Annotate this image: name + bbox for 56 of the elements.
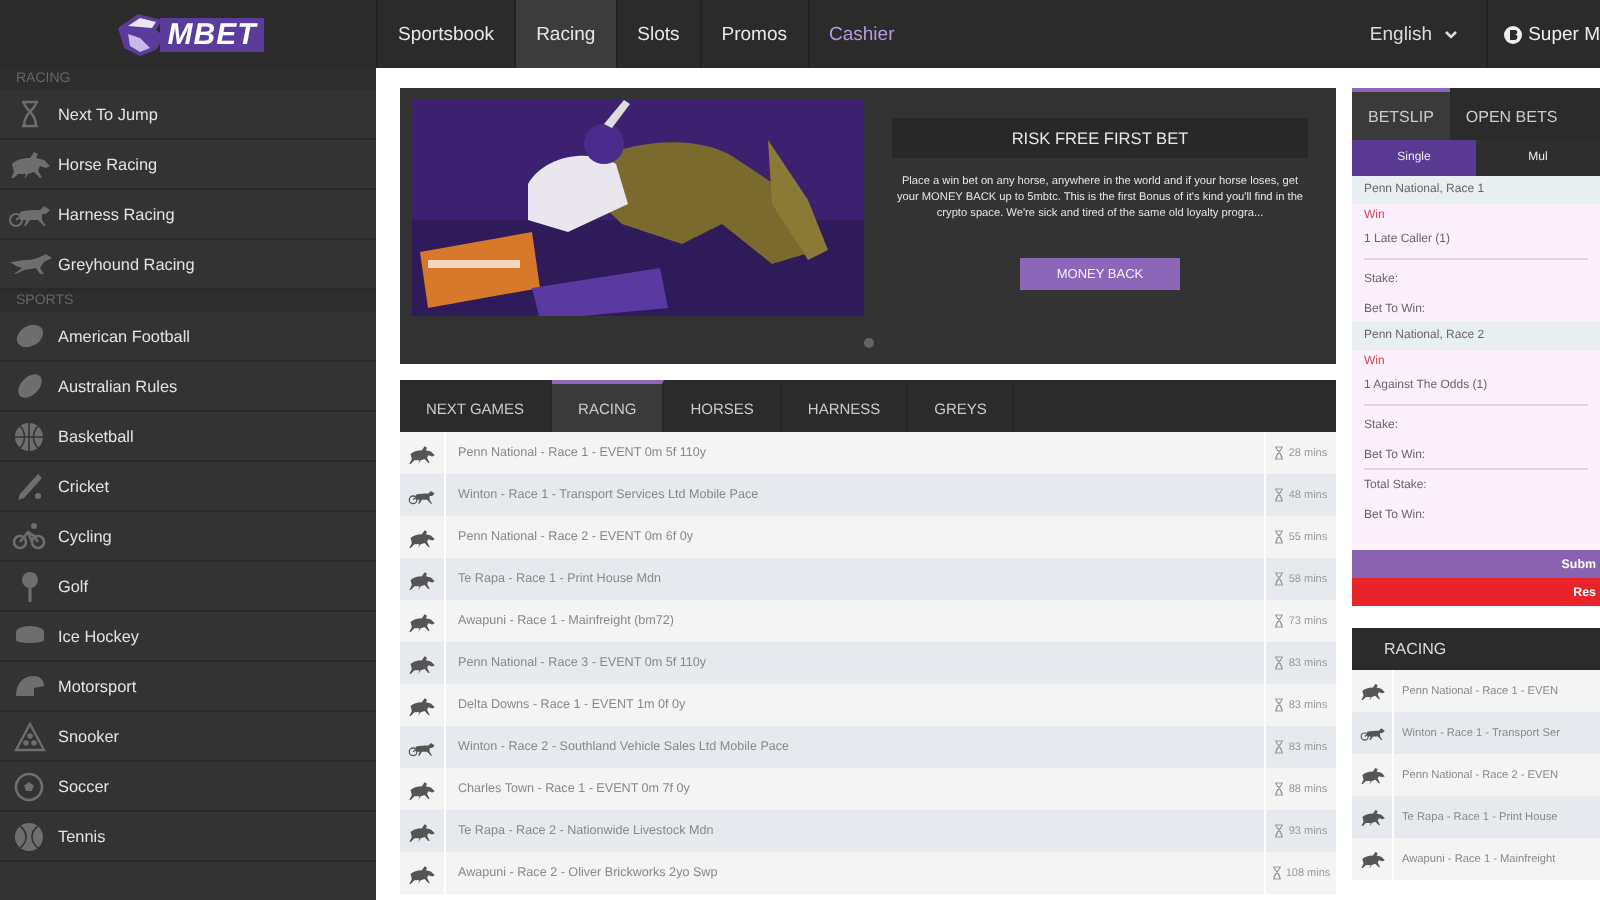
account-name[interactable]: Super M	[1528, 23, 1600, 45]
betslip-tab[interactable]: BETSLIP	[1352, 88, 1450, 140]
tennis-ball-icon	[14, 821, 44, 851]
hourglass-icon	[1274, 614, 1285, 628]
soccer-ball-icon	[14, 771, 44, 801]
golf-tee-icon	[19, 570, 39, 602]
hourglass-icon	[1274, 740, 1285, 754]
logo-wordmark[interactable]: MBET	[159, 17, 265, 51]
hourglass-icon	[1274, 488, 1285, 502]
snooker-triangle-icon	[13, 721, 45, 751]
sidebar-item[interactable]: Golf	[0, 562, 376, 612]
cricket-bat-icon	[14, 471, 44, 501]
hourglass-icon	[1274, 656, 1285, 670]
sidebar-item[interactable]: Basketball	[0, 412, 376, 462]
nav-link[interactable]: Cashier	[807, 0, 915, 68]
hourglass-icon	[1274, 572, 1285, 586]
sidebar-item[interactable]: Motorsport	[0, 662, 376, 712]
hourglass-icon	[1271, 866, 1282, 880]
hourglass-icon	[1274, 782, 1285, 796]
sidebar-item[interactable]: Harness Racing	[0, 190, 376, 240]
basketball-icon	[14, 421, 44, 451]
sidebar-item[interactable]: Australian Rules	[0, 362, 376, 412]
sidebar-item[interactable]: Cricket	[0, 462, 376, 512]
harness-horse-icon	[7, 200, 51, 228]
nav-link[interactable]: Slots	[615, 0, 700, 68]
puck-icon	[13, 624, 45, 648]
greyhound-icon	[7, 252, 51, 276]
sidebar-item[interactable]: American Football	[0, 312, 376, 362]
harness-horse-icon	[408, 737, 436, 757]
sidebar-item[interactable]: Soccer	[0, 762, 376, 812]
hourglass-icon	[1274, 530, 1285, 544]
helmet-icon	[13, 674, 45, 698]
language-selector[interactable]: English	[1341, 0, 1489, 68]
hourglass-icon	[1274, 698, 1285, 712]
harness-horse-icon	[1359, 724, 1385, 742]
chevron-down-icon	[1444, 29, 1459, 39]
hourglass-icon	[1274, 446, 1285, 460]
sidebar-item[interactable]: Snooker	[0, 712, 376, 762]
hourglass-icon	[19, 100, 39, 128]
nav-link[interactable]: Promos	[699, 0, 807, 68]
sidebar-item[interactable]: Horse Racing	[0, 140, 376, 190]
sidebar-item[interactable]: Next To Jump	[0, 90, 376, 140]
coin-icon	[1504, 25, 1523, 43]
carousel-dot[interactable]	[863, 338, 873, 348]
sidebar-item[interactable]: Tennis	[0, 812, 376, 862]
cyclist-icon	[12, 522, 46, 550]
sidebar-item[interactable]: Cycling	[0, 512, 376, 562]
hourglass-icon	[1274, 824, 1285, 838]
nav-link[interactable]: Racing	[514, 0, 616, 68]
harness-horse-icon	[408, 485, 436, 505]
panel-title: RACING	[1382, 638, 1449, 662]
oval-ball-icon	[13, 372, 45, 400]
football-icon	[13, 322, 45, 350]
betslip-tab[interactable]: OPEN BETS	[1449, 88, 1574, 140]
sidebar-item[interactable]: Ice Hockey	[0, 612, 376, 662]
promo-title: RISK FREE FIRST BET	[892, 118, 1308, 158]
